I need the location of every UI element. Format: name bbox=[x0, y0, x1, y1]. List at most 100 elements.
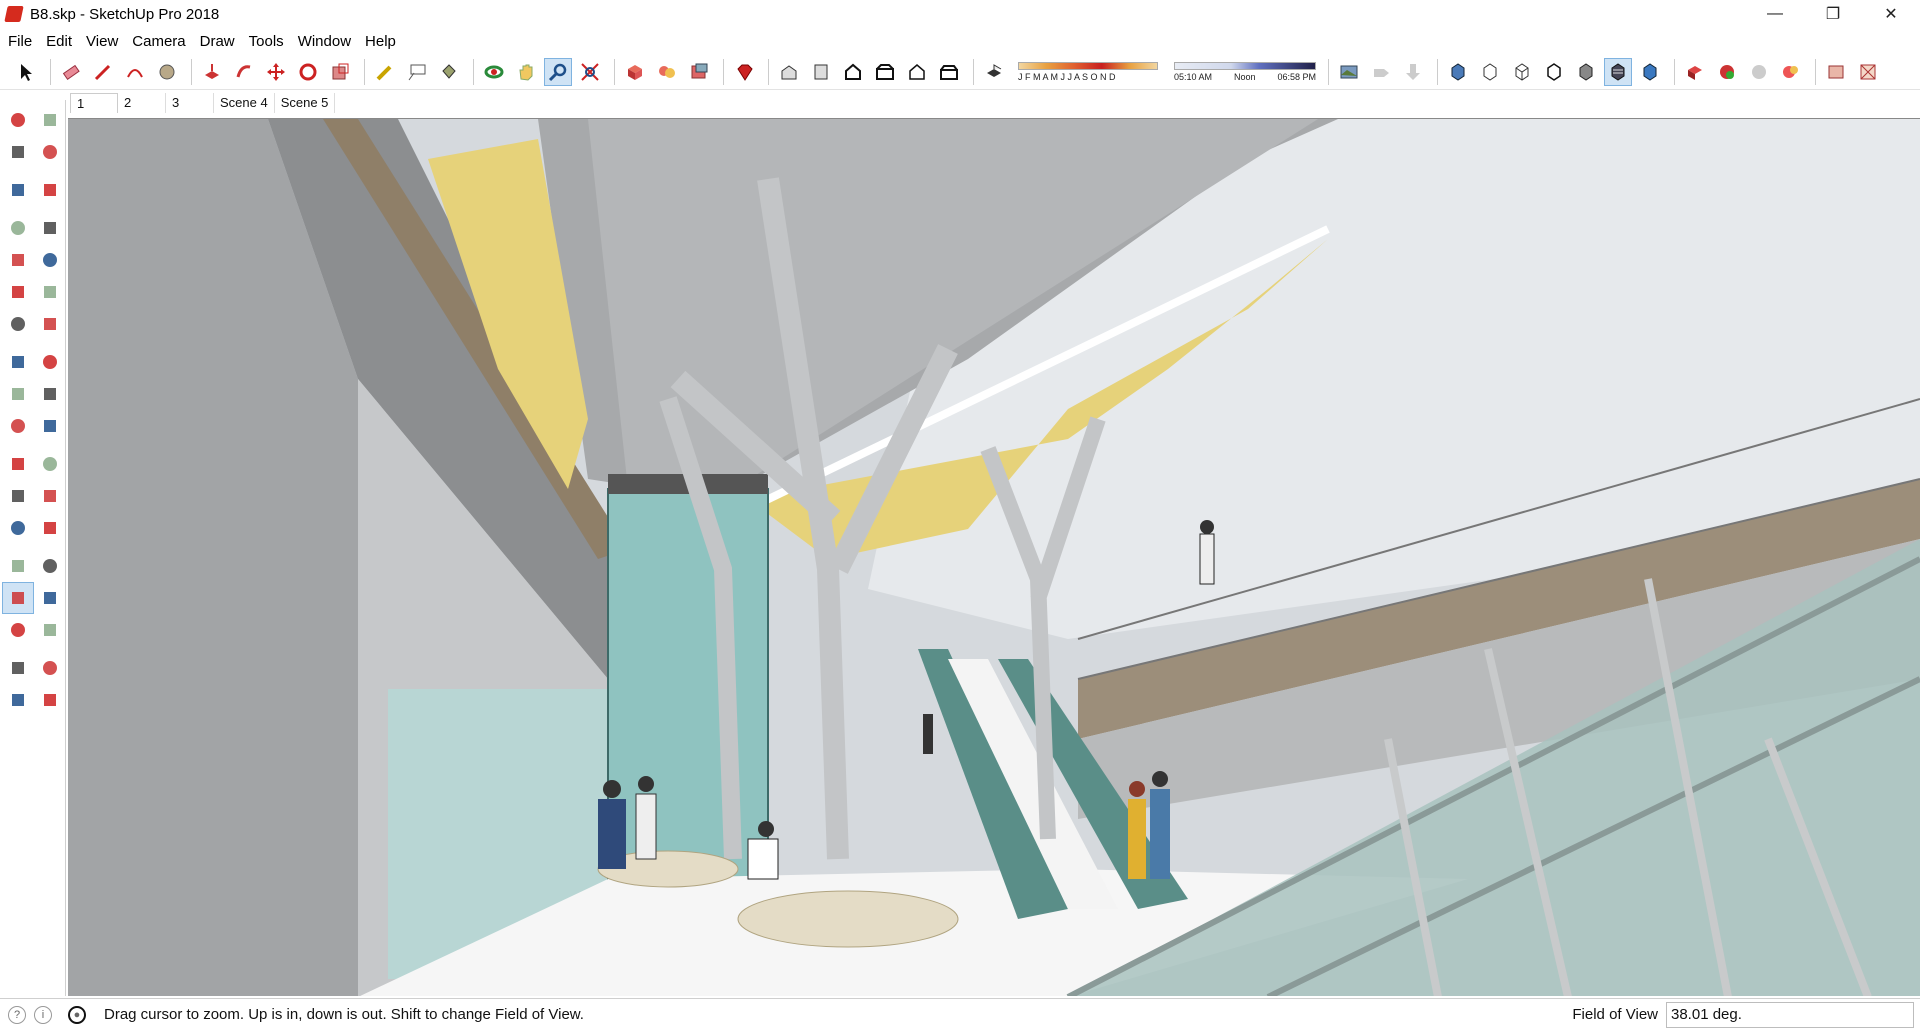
menu-edit[interactable]: Edit bbox=[44, 33, 80, 50]
rotate-tool[interactable] bbox=[2, 378, 34, 410]
front-view-button[interactable] bbox=[839, 58, 867, 86]
menu-tools[interactable]: Tools bbox=[247, 33, 292, 50]
move-button[interactable] bbox=[262, 58, 290, 86]
materials-button[interactable] bbox=[1713, 58, 1741, 86]
position-camera-tool[interactable] bbox=[2, 652, 34, 684]
restore-button[interactable]: ❐ bbox=[1804, 0, 1862, 28]
select-button[interactable] bbox=[12, 58, 40, 86]
rotate-button[interactable] bbox=[294, 58, 322, 86]
style-builder-button[interactable] bbox=[1854, 58, 1882, 86]
minimize-button[interactable]: — bbox=[1746, 0, 1804, 28]
offset-tool[interactable] bbox=[34, 410, 66, 442]
paint-bucket-tool[interactable] bbox=[2, 136, 34, 168]
scale-button[interactable] bbox=[326, 58, 354, 86]
shaded-textures-button[interactable] bbox=[1604, 57, 1632, 86]
top-view-button[interactable] bbox=[807, 58, 835, 86]
line-button[interactable] bbox=[89, 58, 117, 86]
pan-tool[interactable] bbox=[34, 550, 66, 582]
text-button[interactable] bbox=[403, 58, 431, 86]
styles-button[interactable] bbox=[1745, 58, 1773, 86]
right-view-button[interactable] bbox=[871, 58, 899, 86]
scale-tool[interactable] bbox=[2, 410, 34, 442]
ruby-console-button[interactable] bbox=[1777, 58, 1805, 86]
credits-icon[interactable]: i bbox=[34, 1005, 52, 1024]
warehouse-button[interactable] bbox=[621, 58, 649, 86]
time-slider[interactable]: 05:10 AM Noon 06:58 PM bbox=[1174, 61, 1316, 82]
protractor-tool[interactable] bbox=[2, 480, 34, 512]
components-button[interactable] bbox=[1681, 58, 1709, 86]
circle-button[interactable] bbox=[153, 58, 181, 86]
menu-file[interactable]: File bbox=[6, 33, 40, 50]
hidden-line-button[interactable] bbox=[1540, 58, 1568, 86]
menu-help[interactable]: Help bbox=[363, 33, 404, 50]
back-edges-button[interactable] bbox=[1476, 58, 1504, 86]
3d-model-scene[interactable] bbox=[68, 119, 1920, 996]
section-plane-tool[interactable] bbox=[34, 684, 66, 716]
zoom-extents-tool[interactable] bbox=[2, 614, 34, 646]
close-button[interactable]: ✕ bbox=[1862, 0, 1920, 28]
scene-tab-4[interactable]: Scene 4 bbox=[214, 92, 275, 113]
send-to-layout-button[interactable] bbox=[685, 58, 713, 86]
left-view-button[interactable] bbox=[935, 58, 963, 86]
axes-tool[interactable] bbox=[2, 512, 34, 544]
user-account-icon[interactable]: ● bbox=[68, 1005, 86, 1024]
menu-view[interactable]: View bbox=[84, 33, 126, 50]
month-slider[interactable]: J F M A M J J A S O N D bbox=[1018, 61, 1158, 82]
extension-manager-button[interactable] bbox=[730, 58, 758, 86]
monochrome-button[interactable] bbox=[1636, 58, 1664, 86]
tape-measure-tool[interactable] bbox=[2, 448, 34, 480]
walk-tool[interactable] bbox=[2, 684, 34, 716]
shaded-button[interactable] bbox=[1572, 58, 1600, 86]
scene-tab-2[interactable]: 2 bbox=[118, 92, 166, 113]
arc-button[interactable] bbox=[121, 58, 149, 86]
pan-button[interactable] bbox=[512, 58, 540, 86]
circle-tool[interactable] bbox=[2, 244, 34, 276]
scene-tab-1[interactable]: 1 bbox=[70, 92, 118, 113]
extension-warehouse-button[interactable] bbox=[653, 58, 681, 86]
three-point-arc-tool[interactable] bbox=[2, 308, 34, 340]
look-around-tool[interactable] bbox=[34, 652, 66, 684]
zoom-tool[interactable] bbox=[2, 582, 34, 614]
iso-view-button[interactable] bbox=[775, 58, 803, 86]
rectangle-tool[interactable] bbox=[2, 212, 34, 244]
layout-button[interactable] bbox=[1822, 58, 1850, 86]
shadows-button[interactable] bbox=[980, 58, 1008, 86]
orbit-tool[interactable] bbox=[2, 550, 34, 582]
match-photo-button[interactable] bbox=[1335, 58, 1363, 86]
3d-text-tool[interactable] bbox=[34, 512, 66, 544]
polygon-tool[interactable] bbox=[34, 244, 66, 276]
make-component-tool[interactable] bbox=[34, 104, 66, 136]
model-viewport[interactable] bbox=[68, 118, 1920, 996]
xray-style-button[interactable] bbox=[1444, 58, 1472, 86]
drape-button[interactable] bbox=[1399, 58, 1427, 86]
scene-tab-5[interactable]: Scene 5 bbox=[275, 92, 336, 113]
tape-measure-button[interactable] bbox=[371, 58, 399, 86]
follow-me-button[interactable] bbox=[230, 58, 258, 86]
menu-draw[interactable]: Draw bbox=[198, 33, 243, 50]
scene-tab-3[interactable]: 3 bbox=[166, 92, 214, 113]
measurements-input[interactable]: 38.01 deg. bbox=[1666, 1002, 1914, 1028]
freehand-tool[interactable] bbox=[34, 174, 66, 206]
zoom-button[interactable] bbox=[544, 57, 572, 86]
follow-me-tool[interactable] bbox=[34, 378, 66, 410]
rotated-rectangle-tool[interactable] bbox=[34, 212, 66, 244]
wireframe-button[interactable] bbox=[1508, 58, 1536, 86]
move-tool[interactable] bbox=[2, 346, 34, 378]
text-tool[interactable] bbox=[34, 480, 66, 512]
eraser-button[interactable] bbox=[57, 58, 85, 86]
arc-tool[interactable] bbox=[2, 276, 34, 308]
back-view-button[interactable] bbox=[903, 58, 931, 86]
dimension-tool[interactable] bbox=[34, 448, 66, 480]
menu-camera[interactable]: Camera bbox=[130, 33, 193, 50]
sandbox-button[interactable] bbox=[1367, 58, 1395, 86]
geo-location-icon[interactable]: ? bbox=[8, 1005, 26, 1024]
line-tool[interactable] bbox=[2, 174, 34, 206]
orbit-button[interactable] bbox=[480, 58, 508, 86]
select-tool[interactable] bbox=[2, 104, 34, 136]
push-pull-button[interactable] bbox=[198, 58, 226, 86]
two-point-arc-tool[interactable] bbox=[34, 276, 66, 308]
paint-bucket-button[interactable] bbox=[435, 58, 463, 86]
pie-tool[interactable] bbox=[34, 308, 66, 340]
zoom-extents-button[interactable] bbox=[576, 58, 604, 86]
previous-view-tool[interactable] bbox=[34, 614, 66, 646]
